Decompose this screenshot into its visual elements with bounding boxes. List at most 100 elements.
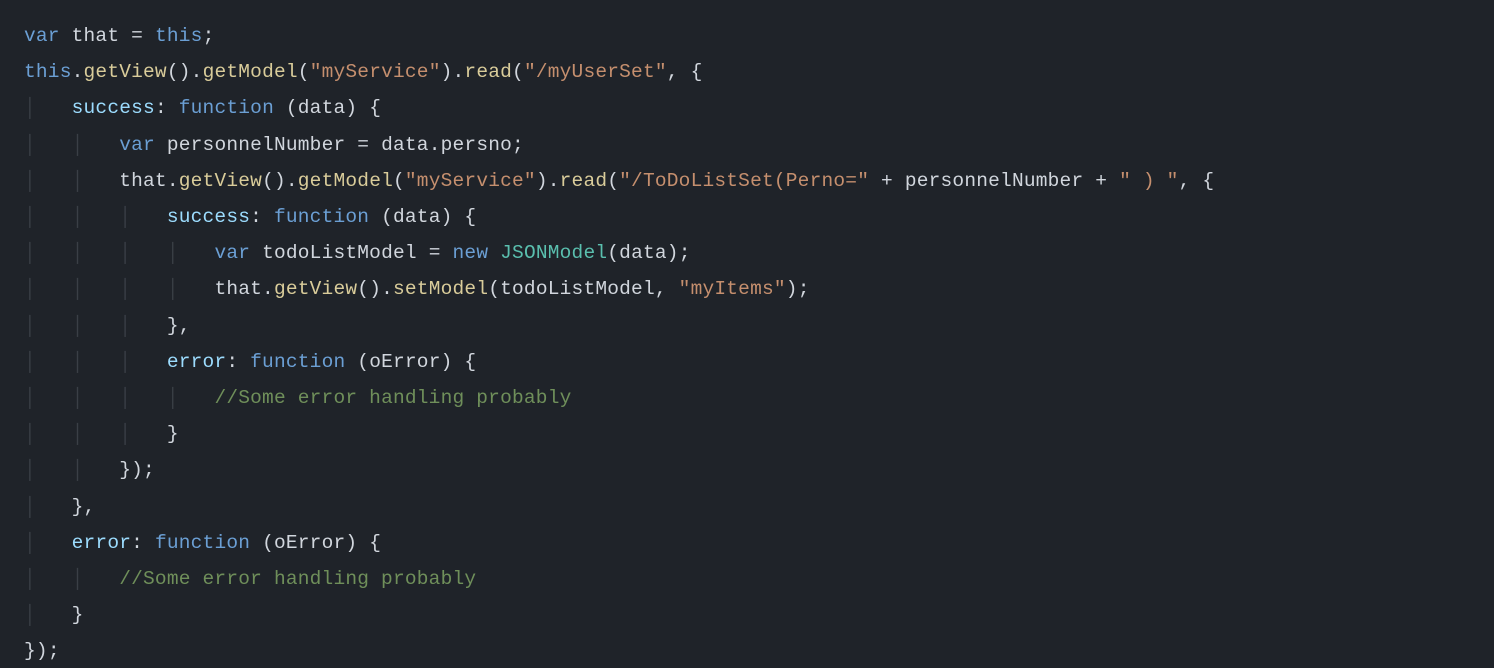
keyword-new: new: [453, 242, 489, 264]
indent-guide: │: [72, 387, 120, 409]
indent-guide: │: [167, 387, 215, 409]
identifier: that: [119, 170, 167, 192]
indent-guide: │: [24, 496, 72, 518]
indent-guide: │: [24, 604, 72, 626]
indent-guide: │: [24, 387, 72, 409]
keyword-var: var: [24, 25, 60, 47]
string: "/myUserSet": [524, 61, 667, 83]
method: getModel: [298, 170, 393, 192]
string: "/ToDoListSet(Perno=": [619, 170, 869, 192]
method: getModel: [203, 61, 298, 83]
identifier: data: [381, 134, 429, 156]
keyword-function: function: [155, 532, 250, 554]
property: success: [167, 206, 250, 228]
keyword-function: function: [250, 351, 345, 373]
indent-guide: │: [24, 206, 72, 228]
code-line: │ │ });: [24, 459, 155, 481]
class-name: JSONModel: [500, 242, 607, 264]
param: data: [298, 97, 346, 119]
param: oError: [369, 351, 440, 373]
indent-guide: │: [24, 170, 72, 192]
indent-guide: │: [167, 242, 215, 264]
code-line: │ │ │ │ //Some error handling probably: [24, 387, 572, 409]
indent-guide: │: [72, 134, 120, 156]
indent-guide: │: [24, 459, 72, 481]
indent-guide: │: [24, 242, 72, 264]
property-access: persno: [441, 134, 512, 156]
identifier: data: [619, 242, 667, 264]
identifier: todoListModel: [262, 242, 417, 264]
identifier: personnelNumber: [167, 134, 346, 156]
keyword-function: function: [274, 206, 369, 228]
indent-guide: │: [119, 242, 167, 264]
code-line: │ │ //Some error handling probably: [24, 568, 476, 590]
indent-guide: │: [119, 351, 167, 373]
code-line: │ │ │ success: function (data) {: [24, 206, 476, 228]
keyword-var: var: [214, 242, 250, 264]
code-line: │ │ that.getView().getModel("myService")…: [24, 170, 1214, 192]
method: getView: [179, 170, 262, 192]
code-line: │ },: [24, 496, 95, 518]
indent-guide: │: [72, 278, 120, 300]
indent-guide: │: [24, 134, 72, 156]
comment: //Some error handling probably: [119, 568, 476, 590]
keyword-var: var: [119, 134, 155, 156]
keyword-this: this: [24, 61, 72, 83]
indent-guide: │: [167, 278, 215, 300]
indent-guide: │: [119, 278, 167, 300]
code-line: });: [24, 640, 60, 662]
indent-guide: │: [119, 423, 167, 445]
indent-guide: │: [24, 568, 72, 590]
indent-guide: │: [119, 315, 167, 337]
code-line: var that = this;: [24, 25, 214, 47]
property: error: [167, 351, 227, 373]
indent-guide: │: [24, 532, 72, 554]
indent-guide: │: [72, 170, 120, 192]
identifier: that: [214, 278, 262, 300]
code-line: │ }: [24, 604, 84, 626]
param: oError: [274, 532, 345, 554]
code-line: │ │ │ │ that.getView().setModel(todoList…: [24, 278, 810, 300]
keyword-this: this: [155, 25, 203, 47]
indent-guide: │: [24, 315, 72, 337]
method: read: [464, 61, 512, 83]
keyword-function: function: [179, 97, 274, 119]
indent-guide: │: [119, 206, 167, 228]
string: "myService": [405, 170, 536, 192]
identifier: todoListModel: [500, 278, 655, 300]
code-line: │ error: function (oError) {: [24, 532, 381, 554]
indent-guide: │: [72, 242, 120, 264]
identifier: personnelNumber: [905, 170, 1084, 192]
indent-guide: │: [72, 459, 120, 481]
string: "myItems": [679, 278, 786, 300]
indent-guide: │: [72, 315, 120, 337]
code-line: │ │ │ │ var todoListModel = new JSONMode…: [24, 242, 691, 264]
string: "myService": [310, 61, 441, 83]
indent-guide: │: [24, 97, 72, 119]
indent-guide: │: [72, 423, 120, 445]
code-line: │ │ │ },: [24, 315, 191, 337]
identifier: that: [72, 25, 120, 47]
property: success: [72, 97, 155, 119]
indent-guide: │: [72, 568, 120, 590]
method: getView: [84, 61, 167, 83]
code-line: │ success: function (data) {: [24, 97, 381, 119]
method: read: [560, 170, 608, 192]
property: error: [72, 532, 132, 554]
comment: //Some error handling probably: [214, 387, 571, 409]
code-line: │ │ │ error: function (oError) {: [24, 351, 476, 373]
indent-guide: │: [72, 351, 120, 373]
string: " ) ": [1119, 170, 1179, 192]
indent-guide: │: [119, 387, 167, 409]
code-block[interactable]: var that = this; this.getView().getModel…: [0, 0, 1494, 668]
code-line: │ │ var personnelNumber = data.persno;: [24, 134, 524, 156]
indent-guide: │: [72, 206, 120, 228]
indent-guide: │: [24, 423, 72, 445]
code-line: this.getView().getModel("myService").rea…: [24, 61, 702, 83]
code-line: │ │ │ }: [24, 423, 179, 445]
indent-guide: │: [24, 278, 72, 300]
indent-guide: │: [24, 351, 72, 373]
param: data: [393, 206, 441, 228]
method: setModel: [393, 278, 488, 300]
method: getView: [274, 278, 357, 300]
